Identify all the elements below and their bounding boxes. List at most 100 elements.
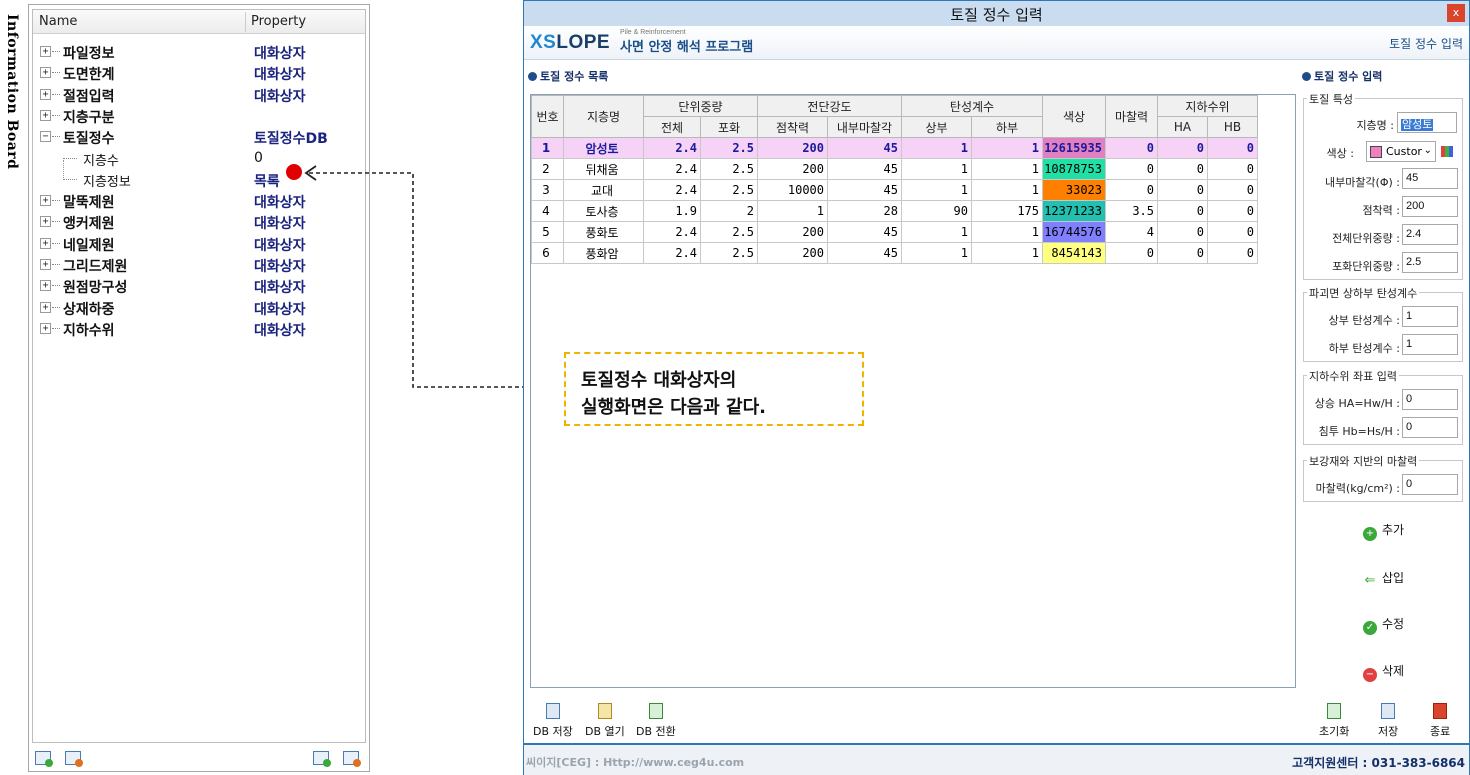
cell-low[interactable]: 175 xyxy=(971,200,1043,222)
cell-ha[interactable]: 0 xyxy=(1157,158,1208,180)
table-row[interactable]: 2 뒤채움 2.4 2.5 200 45 1 1 10878753 0 0 0 xyxy=(531,158,1258,180)
expand-icon[interactable]: + xyxy=(40,301,51,313)
cell-hb[interactable]: 0 xyxy=(1207,137,1258,159)
cell-name[interactable]: 토사층 xyxy=(563,200,644,222)
information-board-tab[interactable]: Information Board xyxy=(0,8,26,188)
cell-name[interactable]: 교대 xyxy=(563,179,644,201)
tree-item[interactable]: + 지층구분 xyxy=(33,105,365,126)
cell-low[interactable]: 1 xyxy=(971,242,1043,264)
table-row[interactable]: 5 풍화토 2.4 2.5 200 45 1 1 16744576 4 0 0 xyxy=(531,221,1258,243)
cell-coh[interactable]: 200 xyxy=(757,158,828,180)
expand-icon[interactable]: + xyxy=(40,237,51,249)
cell-color[interactable]: 16744576 xyxy=(1042,221,1106,243)
cohesion-input[interactable]: 200 xyxy=(1402,196,1458,217)
cell-up[interactable]: 1 xyxy=(901,221,972,243)
db-convert-button[interactable]: DB 전환 xyxy=(636,703,676,739)
db-open-button[interactable]: DB 열기 xyxy=(585,703,625,739)
cell-hb[interactable]: 0 xyxy=(1207,179,1258,201)
cell-ha[interactable]: 0 xyxy=(1157,200,1208,222)
cell-total[interactable]: 1.9 xyxy=(643,200,701,222)
expand-icon[interactable]: + xyxy=(40,259,51,270)
add-button[interactable]: + 추가 xyxy=(1363,521,1404,541)
cell-hb[interactable]: 0 xyxy=(1207,221,1258,243)
tree-item[interactable]: + 절점입력 대화상자 xyxy=(33,84,365,105)
cell-no[interactable]: 3 xyxy=(531,179,564,201)
cell-name[interactable]: 암성토 xyxy=(563,137,644,159)
cell-no[interactable]: 6 xyxy=(531,242,564,264)
cell-no[interactable]: 1 xyxy=(531,137,564,159)
title-bar[interactable]: 토질 정수 입력 x xyxy=(524,1,1469,26)
cell-name[interactable]: 뒤채움 xyxy=(563,158,644,180)
cell-fric[interactable]: 0 xyxy=(1105,242,1158,264)
table-row[interactable]: 1 암성토 2.4 2.5 200 45 1 1 12615935 0 0 0 xyxy=(531,137,1258,159)
cell-sat[interactable]: 2.5 xyxy=(700,179,758,201)
tree-item[interactable]: + 도면한계 대화상자 xyxy=(33,62,365,83)
friction-input[interactable]: 0 xyxy=(1402,474,1458,495)
cell-phi[interactable]: 45 xyxy=(827,137,902,159)
palette-icon[interactable] xyxy=(1441,146,1453,157)
cell-up[interactable]: 90 xyxy=(901,200,972,222)
cell-sat[interactable]: 2.5 xyxy=(700,242,758,264)
total-unit-weight-input[interactable]: 2.4 xyxy=(1402,224,1458,245)
cell-color[interactable]: 8454143 xyxy=(1042,242,1106,264)
ha-input[interactable]: 0 xyxy=(1402,389,1458,410)
cell-total[interactable]: 2.4 xyxy=(643,179,701,201)
cell-up[interactable]: 1 xyxy=(901,158,972,180)
table-row[interactable]: 6 풍화암 2.4 2.5 200 45 1 1 8454143 0 0 0 xyxy=(531,242,1258,264)
cell-total[interactable]: 2.4 xyxy=(643,158,701,180)
cell-no[interactable]: 4 xyxy=(531,200,564,222)
expand-icon[interactable]: + xyxy=(40,195,51,207)
insert-button[interactable]: ⇐ 삽입 xyxy=(1363,569,1405,588)
cell-coh[interactable]: 10000 xyxy=(757,179,828,201)
edit-button[interactable]: ✓ 수정 xyxy=(1363,615,1404,635)
friction-angle-input[interactable]: 45 xyxy=(1402,168,1458,189)
collapse-icon[interactable]: − xyxy=(40,131,51,143)
hb-input[interactable]: 0 xyxy=(1402,417,1458,438)
layer-name-input[interactable]: 암성토 xyxy=(1397,112,1457,133)
cell-up[interactable]: 1 xyxy=(901,179,972,201)
cell-hb[interactable]: 0 xyxy=(1207,158,1258,180)
expand-icon[interactable]: + xyxy=(40,109,51,121)
delete-button[interactable]: − 삭제 xyxy=(1363,662,1404,682)
cell-no[interactable]: 5 xyxy=(531,221,564,243)
cell-total[interactable]: 2.4 xyxy=(643,221,701,243)
remove-node-icon[interactable] xyxy=(65,751,83,767)
cell-name[interactable]: 풍화토 xyxy=(563,221,644,243)
reset-button[interactable]: 초기화 xyxy=(1319,703,1349,739)
remove-table-icon[interactable] xyxy=(343,751,361,767)
cell-coh[interactable]: 200 xyxy=(757,137,828,159)
tree-item[interactable]: − 토질정수 토질정수DB xyxy=(33,126,365,147)
saturated-unit-weight-input[interactable]: 2.5 xyxy=(1402,252,1458,273)
cell-sat[interactable]: 2.5 xyxy=(700,137,758,159)
cell-fric[interactable]: 0 xyxy=(1105,137,1158,159)
cell-hb[interactable]: 0 xyxy=(1207,242,1258,264)
db-save-button[interactable]: DB 저장 xyxy=(533,703,573,739)
expand-icon[interactable]: + xyxy=(40,322,51,334)
cell-fric[interactable]: 4 xyxy=(1105,221,1158,243)
cell-coh[interactable]: 200 xyxy=(757,242,828,264)
cell-color[interactable]: 10878753 xyxy=(1042,158,1106,180)
cell-ha[interactable]: 0 xyxy=(1157,137,1208,159)
exit-button[interactable]: 종료 xyxy=(1430,703,1450,739)
cell-low[interactable]: 1 xyxy=(971,158,1043,180)
cell-phi[interactable]: 45 xyxy=(827,179,902,201)
cell-total[interactable]: 2.4 xyxy=(643,137,701,159)
close-button[interactable]: x xyxy=(1447,4,1465,22)
add-node-icon[interactable] xyxy=(35,751,53,767)
cell-hb[interactable]: 0 xyxy=(1207,200,1258,222)
cell-total[interactable]: 2.4 xyxy=(643,242,701,264)
expand-icon[interactable]: + xyxy=(40,67,51,79)
cell-phi[interactable]: 45 xyxy=(827,158,902,180)
cell-fric[interactable]: 3.5 xyxy=(1105,200,1158,222)
cell-phi[interactable]: 28 xyxy=(827,200,902,222)
cell-sat[interactable]: 2.5 xyxy=(700,158,758,180)
table-row[interactable]: 4 토사층 1.9 2 1 28 90 175 12371233 3.5 0 0 xyxy=(531,200,1258,222)
cell-sat[interactable]: 2.5 xyxy=(700,221,758,243)
column-name-header[interactable]: Name xyxy=(39,14,77,29)
expand-icon[interactable]: + xyxy=(40,46,51,57)
cell-no[interactable]: 2 xyxy=(531,158,564,180)
cell-up[interactable]: 1 xyxy=(901,137,972,159)
cell-ha[interactable]: 0 xyxy=(1157,179,1208,201)
cell-name[interactable]: 풍화암 xyxy=(563,242,644,264)
cell-ha[interactable]: 0 xyxy=(1157,221,1208,243)
